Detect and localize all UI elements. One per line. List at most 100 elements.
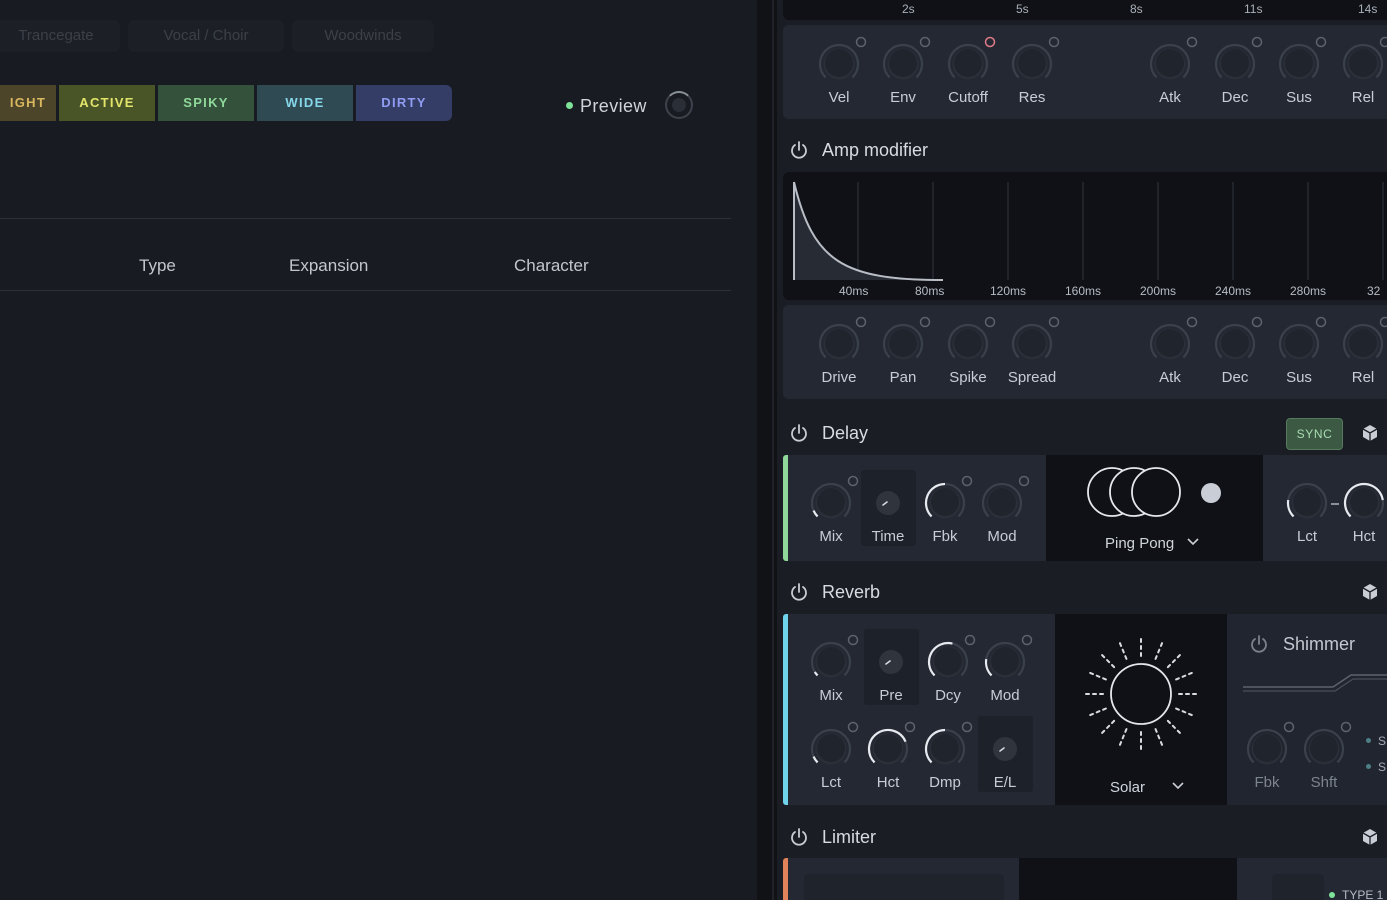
amp-modifier-header: Amp modifier (777, 128, 1387, 172)
amp-drive-knob[interactable] (817, 316, 867, 364)
filter-cutoff-knob[interactable] (946, 36, 996, 84)
reverb-mod-knob[interactable] (983, 634, 1033, 682)
shimmer-shft-label: Shft (1310, 774, 1338, 791)
power-icon[interactable] (789, 140, 809, 160)
chevron-down-icon (1172, 782, 1184, 790)
limiter-mode-option[interactable]: TYPE 1 (1329, 888, 1383, 900)
delay-time-knob[interactable] (866, 479, 910, 523)
knob-dial-icon (1342, 316, 1387, 360)
filter-envelope-graph (783, 0, 1387, 20)
filter-time-tick: 8s (1130, 2, 1143, 16)
filter-dec-knob[interactable] (1213, 36, 1263, 84)
power-icon[interactable] (789, 827, 809, 847)
knob-dial-icon (876, 491, 900, 515)
shimmer-power-icon[interactable] (1249, 634, 1269, 654)
chevron-down-icon (1187, 538, 1199, 546)
knob-dial-icon (1214, 316, 1263, 360)
reverb-header: Reverb (777, 570, 1387, 614)
reverb-lct-knob[interactable] (809, 721, 859, 769)
reverb-mod-label: Mod (990, 687, 1020, 704)
knob-dial-icon (924, 721, 973, 765)
column-header-type[interactable]: Type (139, 256, 176, 276)
filter-res-knob[interactable] (1010, 36, 1060, 84)
amp-time-tick: 240ms (1215, 284, 1252, 298)
delay-mix-knob[interactable] (809, 475, 859, 523)
fx-rack: Amp modifier Delay SYNC Ping Pong Reverb (777, 0, 1387, 900)
preview-volume-knob[interactable] (665, 91, 693, 119)
amp-envelope-graph[interactable] (783, 172, 1387, 300)
filter-env-label: Env (890, 89, 916, 106)
limiter-accent-bar (783, 858, 788, 900)
shimmer-fbk-knob[interactable] (1245, 721, 1295, 769)
amp-atk-knob[interactable] (1148, 316, 1198, 364)
knob-dial-icon (924, 475, 973, 519)
amp-sus-knob[interactable] (1277, 316, 1327, 364)
amp-dec-knob[interactable] (1213, 316, 1263, 364)
cube-icon[interactable] (1361, 424, 1379, 442)
delay-hct-knob[interactable] (1342, 479, 1386, 523)
filter-time-tick: 5s (1016, 2, 1029, 16)
filter-vel-knob[interactable] (817, 36, 867, 84)
reverb-dcy-knob[interactable] (926, 634, 976, 682)
category-chip[interactable]: Vocal / Choir (128, 20, 284, 52)
amp-envelope-curve (793, 181, 1384, 281)
delay-accent-bar (783, 455, 788, 561)
filter-atk-label: Atk (1159, 89, 1181, 106)
amp-spread-label: Spread (1007, 369, 1057, 386)
shimmer-option[interactable]: S (1366, 760, 1386, 774)
amp-drive-label: Drive (821, 369, 857, 386)
reverb-pre-knob[interactable] (869, 638, 913, 682)
delay-hct-label: Hct (1352, 528, 1376, 545)
knob-dial-icon (993, 737, 1017, 761)
amp-rel-knob[interactable] (1341, 316, 1387, 364)
delay-filter-link (1331, 503, 1339, 505)
knob-dial-icon (810, 475, 859, 519)
cube-icon[interactable] (1361, 828, 1379, 846)
tag-ight[interactable]: IGHT (0, 85, 56, 121)
amp-spread-knob[interactable] (1010, 316, 1060, 364)
delay-lct-knob[interactable] (1285, 479, 1329, 523)
preview-toggle[interactable]: Preview (566, 92, 647, 120)
filter-atk-knob[interactable] (1148, 36, 1198, 84)
power-icon[interactable] (789, 423, 809, 443)
reverb-el-knob[interactable] (983, 725, 1027, 769)
shimmer-option-label: S (1378, 760, 1387, 774)
pane-splitter[interactable] (757, 0, 777, 900)
delay-mod-knob[interactable] (980, 475, 1030, 523)
power-icon[interactable] (789, 582, 809, 602)
amp-time-tick: 32 (1367, 284, 1381, 298)
tag-wide[interactable]: WIDE (257, 85, 353, 121)
amp-rel-label: Rel (1351, 369, 1375, 386)
sync-button[interactable]: SYNC (1286, 418, 1343, 450)
shimmer-shft-knob[interactable] (1302, 721, 1352, 769)
reverb-dmp-knob[interactable] (923, 721, 973, 769)
knob-dial-icon (1011, 316, 1060, 360)
amp-pan-knob[interactable] (881, 316, 931, 364)
knob-dial-icon (981, 475, 1030, 519)
delay-mode-select[interactable]: Ping Pong (1105, 535, 1200, 552)
tag-dirty[interactable]: DIRTY (356, 85, 452, 121)
tag-active[interactable]: ACTIVE (59, 85, 155, 121)
limiter-mode-button[interactable] (1272, 874, 1324, 900)
shimmer-option[interactable]: S (1366, 734, 1386, 748)
filter-rel-label: Rel (1351, 89, 1375, 106)
column-header-character[interactable]: Character (514, 256, 589, 276)
delay-fbk-knob[interactable] (923, 475, 973, 523)
amp-spike-knob[interactable] (946, 316, 996, 364)
reverb-hct-knob[interactable] (866, 721, 916, 769)
filter-time-tick: 14s (1358, 2, 1378, 16)
category-chip[interactable]: Trancegate (0, 20, 120, 52)
knob-dial-icon (947, 316, 996, 360)
knob-dial-icon (1011, 36, 1060, 80)
tag-spiky[interactable]: SPIKY (158, 85, 254, 121)
cube-icon[interactable] (1361, 583, 1379, 601)
reverb-mix-knob[interactable] (809, 634, 859, 682)
reverb-mode-select[interactable]: Solar (1110, 779, 1185, 796)
column-header-expansion[interactable]: Expansion (289, 256, 368, 276)
category-chip[interactable]: Woodwinds (292, 20, 434, 52)
amp-atk-label: Atk (1159, 369, 1181, 386)
filter-rel-knob[interactable] (1341, 36, 1387, 84)
filter-env-knob[interactable] (881, 36, 931, 84)
filter-cutoff-label: Cutoff (948, 89, 988, 106)
filter-sus-knob[interactable] (1277, 36, 1327, 84)
